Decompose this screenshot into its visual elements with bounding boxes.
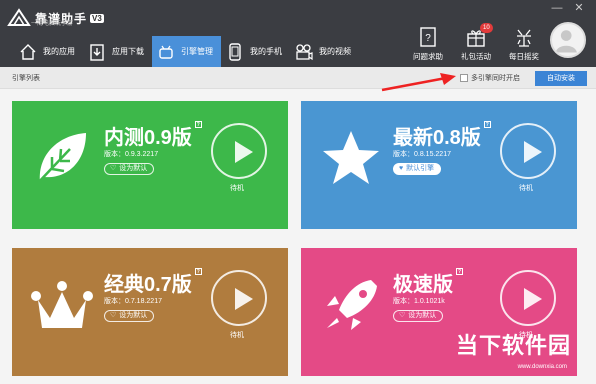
start-engine-button[interactable] (500, 123, 556, 179)
nav-engine-management[interactable]: 引擎管理 (152, 36, 221, 67)
lottery-label: 每日摇奖 (509, 52, 539, 61)
engine-status: 待机 (230, 332, 244, 339)
help-label: 问题求助 (413, 52, 443, 61)
engine-card-beta: 内测0.9版? 版本：0.9.3.2217 ♡ 设为默认 待机 (12, 101, 288, 229)
nav-label: 我的应用 (43, 47, 75, 56)
main-nav: 我的应用 应用下载 引擎管理 我的手机 我的视频 (14, 36, 359, 67)
engine-list-bar: 引擎列表 多引擎同时开启 自动安装 (0, 67, 596, 89)
card-title: 经典0.7版? (104, 268, 202, 296)
toolbar-right: ? 问题求助 10 礼包活动 每日摇奖 (404, 23, 548, 62)
engine-card-latest: 最新0.8版? 版本：0.8.15.2217 ♥ 默认引擎 待机 (301, 101, 577, 229)
crown-icon (31, 281, 93, 328)
star-icon (323, 131, 379, 184)
start-engine-button[interactable] (211, 270, 267, 326)
watermark-url: www.downxia.com (517, 364, 567, 370)
nav-label: 应用下载 (112, 47, 144, 56)
android-icon (159, 45, 173, 59)
phone-icon (229, 42, 241, 61)
engine-card-speed: 极速版? 版本：1.0.1021k ♡ 设为默认 待机 当下软件园 www.dow… (301, 248, 577, 376)
nav-label: 我的手机 (250, 47, 282, 56)
card-title: 内测0.9版? (104, 121, 202, 149)
help-icon: ? (420, 27, 436, 47)
close-button[interactable]: ✕ (572, 2, 586, 14)
home-icon (20, 43, 36, 60)
lottery-icon (517, 29, 531, 47)
help-icon[interactable]: ? (194, 121, 202, 128)
red-arrow-annotation (381, 73, 456, 92)
watermark-text: 当下软件园 (455, 333, 571, 358)
heart-icon: ♡ (110, 312, 117, 319)
avatar-icon (555, 30, 577, 53)
gift-badge: 10 (480, 23, 493, 33)
help-icon[interactable]: ? (483, 121, 491, 128)
engine-status: 待机 (230, 185, 244, 192)
multi-engine-option[interactable]: 多引擎同时开启 (460, 73, 520, 83)
play-icon (524, 288, 542, 310)
gift-button[interactable]: 10 礼包活动 (452, 23, 500, 62)
card-version: 版本：0.7.18.2217 (104, 298, 162, 305)
default-engine-badge: ♥ 默认引擎 (393, 163, 442, 175)
svg-text:?: ? (425, 33, 431, 44)
minimize-button[interactable]: — (550, 2, 564, 14)
play-icon (524, 141, 542, 163)
gift-label: 礼包活动 (461, 52, 491, 61)
start-engine-button[interactable] (500, 270, 556, 326)
engine-card-classic: 经典0.7版? 版本：0.7.18.2217 ♡ 设为默认 待机 (12, 248, 288, 376)
nav-my-apps[interactable]: 我的应用 (14, 36, 83, 67)
set-default-button[interactable]: ♡ 设为默认 (104, 163, 155, 175)
heart-icon: ♡ (110, 165, 117, 172)
card-version: 版本：1.0.1021k (393, 298, 445, 305)
video-icon (296, 43, 313, 60)
app-version: V3 (90, 13, 104, 23)
app-subtitle: 一用电脑玩手游 (31, 21, 74, 27)
auto-install-button[interactable]: 自动安装 (535, 71, 587, 86)
card-version: 版本：0.8.15.2217 (393, 151, 451, 158)
rocket-icon (327, 280, 377, 330)
multi-engine-checkbox[interactable] (460, 74, 468, 82)
leaf-icon (35, 133, 86, 186)
heart-icon: ♥ (399, 165, 404, 172)
play-icon (235, 288, 253, 310)
nav-label: 引擎管理 (181, 47, 213, 56)
play-icon (235, 141, 253, 163)
title-bar: 靠谱助手 V3 一用电脑玩手游 — ✕ 我的应用 应用下载 引擎管理 我的手机 … (0, 0, 596, 67)
help-icon[interactable]: ? (456, 268, 463, 275)
multi-engine-label: 多引擎同时开启 (471, 75, 520, 82)
engine-status: 待机 (519, 185, 533, 192)
help-button[interactable]: ? 问题求助 (404, 26, 452, 62)
download-icon (90, 43, 104, 61)
lottery-button[interactable]: 每日摇奖 (500, 26, 548, 62)
card-title: 最新0.8版? (393, 121, 491, 149)
engine-list-title: 引擎列表 (12, 75, 40, 82)
start-engine-button[interactable] (211, 123, 267, 179)
app-logo-icon (7, 8, 31, 26)
set-default-button[interactable]: ♡ 设为默认 (393, 310, 444, 322)
help-icon[interactable]: ? (194, 268, 202, 275)
card-version: 版本：0.9.3.2217 (104, 151, 159, 158)
nav-app-download[interactable]: 应用下载 (83, 36, 152, 67)
heart-icon: ♡ (399, 312, 406, 319)
set-default-button[interactable]: ♡ 设为默认 (104, 310, 155, 322)
card-title: 极速版? (393, 268, 463, 296)
nav-my-phone[interactable]: 我的手机 (221, 36, 290, 67)
user-avatar[interactable] (550, 22, 586, 58)
nav-my-videos[interactable]: 我的视频 (290, 36, 359, 67)
nav-label: 我的视频 (319, 47, 351, 56)
